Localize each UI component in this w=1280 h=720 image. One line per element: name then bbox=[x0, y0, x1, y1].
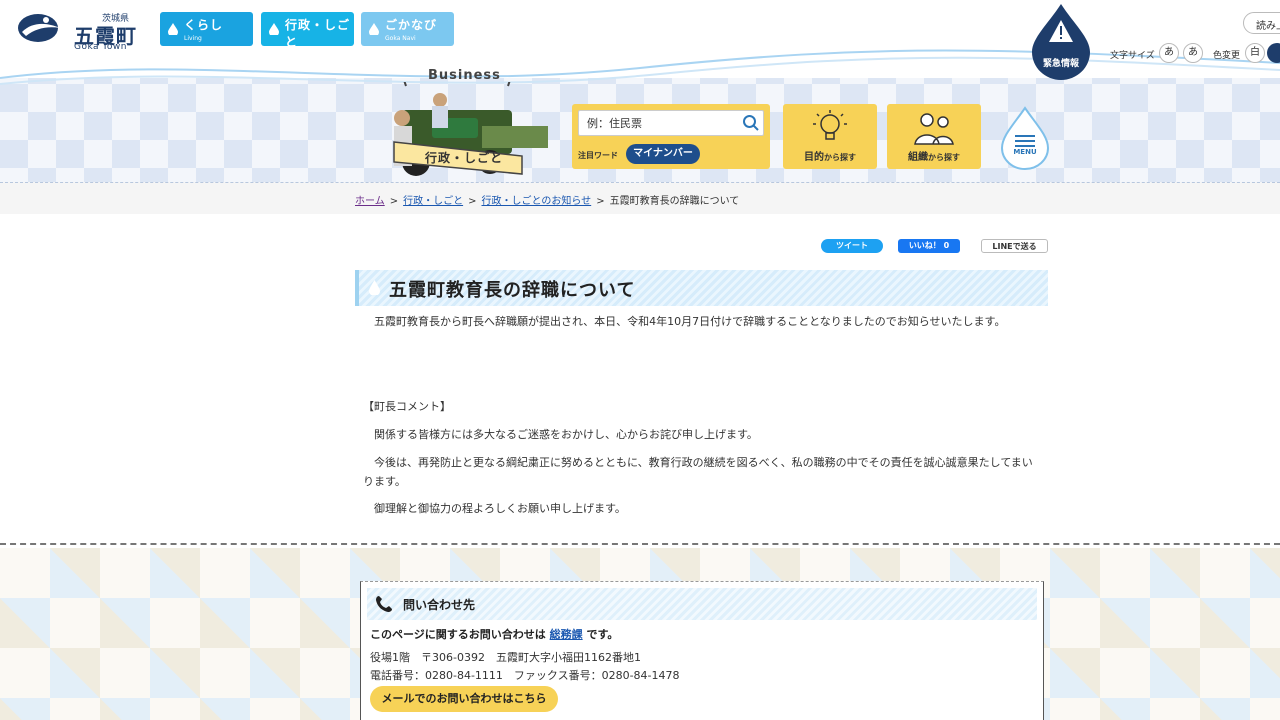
menu-drop-icon bbox=[1000, 106, 1050, 170]
emergency-info-button[interactable]: 緊急情報 bbox=[1030, 4, 1092, 80]
line-share-button[interactable]: LINEで送る bbox=[981, 239, 1048, 253]
mayor-comment-paragraph: 今後は、再発防止と更なる綱紀粛正に努めるとともに、教育行政の継続を図るべく、私の… bbox=[363, 456, 1033, 488]
breadcrumb-separator: > bbox=[468, 196, 477, 207]
article-title-bar: 五霞町教育長の辞職について bbox=[355, 270, 1048, 306]
search-input[interactable] bbox=[578, 110, 764, 136]
logo-name-en: Goka Town bbox=[74, 42, 127, 52]
breadcrumb: ホーム > 行政・しごと > 行政・しごとのお知らせ > 五霞町教育長の辞職について bbox=[355, 192, 739, 207]
read-aloud-button[interactable]: 読み上 bbox=[1243, 12, 1280, 34]
contact-address: 役場1階 〒306-0392 五霞町大字小福田1162番地1 bbox=[370, 651, 641, 664]
mayor-comment-paragraph: 関係する皆様方には多大なるご迷惑をおかけし、心からお詫び申し上げます。 bbox=[374, 428, 758, 441]
nav-business-sub: Business bbox=[285, 52, 312, 59]
attention-word-tag[interactable]: マイナンバー bbox=[626, 144, 700, 164]
attention-word-label: 注目ワード bbox=[578, 151, 618, 160]
drop-icon bbox=[369, 280, 380, 295]
breadcrumb-separator: > bbox=[596, 196, 605, 207]
breadcrumb-separator: > bbox=[389, 196, 399, 207]
nav-business-label: 行政・しごと bbox=[285, 18, 351, 49]
breadcrumb-bar: ホーム > 行政・しごと > 行政・しごとのお知らせ > 五霞町教育長の辞職について bbox=[0, 182, 1280, 214]
contact-inquiry-line: このページに関するお問い合わせは 総務課 です。 bbox=[370, 628, 619, 641]
emergency-label: 緊急情報 bbox=[1042, 59, 1079, 69]
section-divider bbox=[0, 543, 1280, 547]
color-white-button[interactable]: 白 bbox=[1245, 43, 1265, 63]
nav-navi-label: ごかなび bbox=[385, 18, 438, 32]
drop-icon bbox=[369, 23, 379, 35]
section-label-en: Business bbox=[428, 68, 501, 83]
site-header: 茨城県 五霞町 Goka Town くらし Living 行政・しごと Busi… bbox=[0, 0, 1280, 182]
breadcrumb-business[interactable]: 行政・しごと bbox=[403, 196, 463, 207]
article-intro: 五霞町教育長から町長へ辞職願が提出され、本日、令和4年10月7日付けで辞職するこ… bbox=[374, 315, 1006, 328]
contact-title: 問い合わせ先 bbox=[403, 598, 476, 612]
section-ribbon-label: 行政・しごと bbox=[425, 151, 504, 165]
facebook-like-button[interactable]: いいね！ 0 bbox=[898, 239, 960, 253]
mayor-comment-heading: 【町長コメント】 bbox=[363, 400, 451, 413]
phone-icon bbox=[376, 596, 392, 612]
people-icon bbox=[914, 113, 954, 145]
find-by-purpose-button[interactable]: 目的から探す bbox=[783, 104, 877, 169]
mayor-comment-paragraph: 御理解と御協力の程よろしくお願い申し上げます。 bbox=[374, 502, 626, 515]
contact-box: 問い合わせ先 このページに関するお問い合わせは 総務課 です。 役場1階 〒30… bbox=[360, 581, 1044, 720]
nav-living[interactable]: くらし Living bbox=[160, 12, 253, 46]
lightbulb-icon bbox=[813, 110, 847, 140]
logo-mark-icon bbox=[18, 14, 60, 42]
nav-living-label: くらし bbox=[184, 18, 224, 32]
tweet-button[interactable]: ツイート bbox=[821, 239, 883, 253]
menu-label: MENU bbox=[1013, 148, 1037, 156]
menu-button[interactable]: MENU bbox=[1000, 106, 1050, 170]
color-change-label: 色変更 bbox=[1213, 51, 1241, 61]
search-panel: 注目ワード マイナンバー bbox=[572, 104, 770, 169]
font-size-normal-button[interactable]: あ bbox=[1159, 43, 1179, 63]
font-size-large-button[interactable]: あ bbox=[1183, 43, 1203, 63]
contact-phone: 電話番号：0280-84-1111 ファックス番号：0280-84-1478 bbox=[370, 669, 680, 682]
search-icon[interactable] bbox=[742, 114, 760, 132]
drop-icon bbox=[269, 23, 279, 35]
mail-inquiry-button[interactable]: メールでのお問い合わせはこちら bbox=[370, 686, 558, 712]
nav-navi-sub: Goka Navi bbox=[385, 35, 416, 42]
contact-header: 問い合わせ先 bbox=[367, 588, 1037, 620]
breadcrumb-home[interactable]: ホーム bbox=[355, 196, 385, 207]
page-title: 五霞町教育長の辞職について bbox=[389, 280, 636, 301]
color-navy-button[interactable] bbox=[1267, 43, 1280, 63]
find-by-organization-button[interactable]: 組織から探す bbox=[887, 104, 981, 169]
nav-business[interactable]: 行政・しごと Business bbox=[261, 12, 354, 59]
breadcrumb-current: 五霞町教育長の辞職について bbox=[609, 196, 740, 207]
department-link[interactable]: 総務課 bbox=[550, 628, 583, 641]
find-org-label: 組織から探す bbox=[908, 152, 960, 163]
nav-goka-navi[interactable]: ごかなび Goka Navi bbox=[361, 12, 454, 46]
font-size-label: 文字サイズ bbox=[1110, 51, 1155, 61]
nav-living-sub: Living bbox=[184, 35, 202, 42]
find-purpose-label: 目的から探す bbox=[804, 152, 856, 163]
drop-icon bbox=[168, 23, 178, 35]
breadcrumb-business-news[interactable]: 行政・しごとのお知らせ bbox=[481, 196, 591, 207]
site-logo[interactable]: 茨城県 五霞町 Goka Town bbox=[16, 8, 140, 52]
